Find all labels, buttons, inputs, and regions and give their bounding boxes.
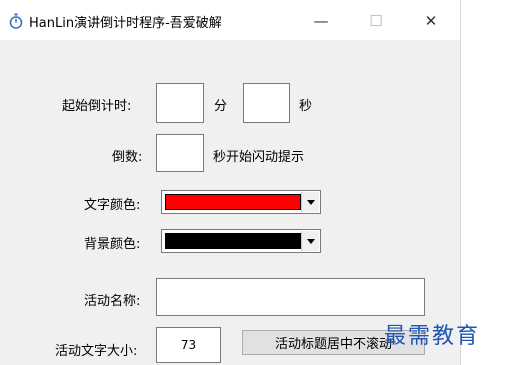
close-button[interactable]: ✕ xyxy=(408,6,454,36)
activity-name-input[interactable] xyxy=(156,278,425,316)
seconds-unit-label: 秒 xyxy=(299,99,313,114)
activity-font-size-label: 活动文字大小: xyxy=(55,344,138,359)
bg-color-label: 背景颜色: xyxy=(84,237,141,252)
stopwatch-icon xyxy=(8,13,24,29)
title-bar: HanLin演讲倒计时程序-吾爱破解 — ☐ ✕ xyxy=(0,0,460,40)
seconds-input[interactable] xyxy=(243,83,290,123)
minimize-button[interactable]: — xyxy=(298,6,344,36)
chevron-down-icon[interactable] xyxy=(301,192,319,212)
text-color-dropdown[interactable] xyxy=(161,190,321,214)
activity-name-label: 活动名称: xyxy=(84,294,141,309)
text-color-label: 文字颜色: xyxy=(84,198,141,213)
watermark-text: 最需教育 xyxy=(384,324,481,349)
maximize-button[interactable]: ☐ xyxy=(353,6,399,36)
start-countdown-label: 起始倒计时: xyxy=(62,99,132,114)
minutes-unit-label: 分 xyxy=(214,99,228,114)
flash-seconds-input[interactable] xyxy=(156,134,204,172)
activity-font-size-input[interactable]: 73 xyxy=(156,327,221,363)
maximize-icon: ☐ xyxy=(369,12,383,30)
minimize-icon: — xyxy=(313,12,329,30)
flash-hint-label: 秒开始闪动提示 xyxy=(213,150,305,165)
countdown-label: 倒数: xyxy=(112,150,143,165)
app-window: HanLin演讲倒计时程序-吾爱破解 — ☐ ✕ 起始倒计时: 分 秒 倒数: … xyxy=(0,0,461,365)
chevron-down-icon[interactable] xyxy=(301,231,319,251)
bg-color-swatch xyxy=(165,233,301,249)
close-icon: ✕ xyxy=(424,12,438,30)
minutes-input[interactable] xyxy=(156,83,204,123)
text-color-swatch xyxy=(165,194,301,210)
bg-color-dropdown[interactable] xyxy=(161,229,321,253)
window-title: HanLin演讲倒计时程序-吾爱破解 xyxy=(29,16,222,31)
